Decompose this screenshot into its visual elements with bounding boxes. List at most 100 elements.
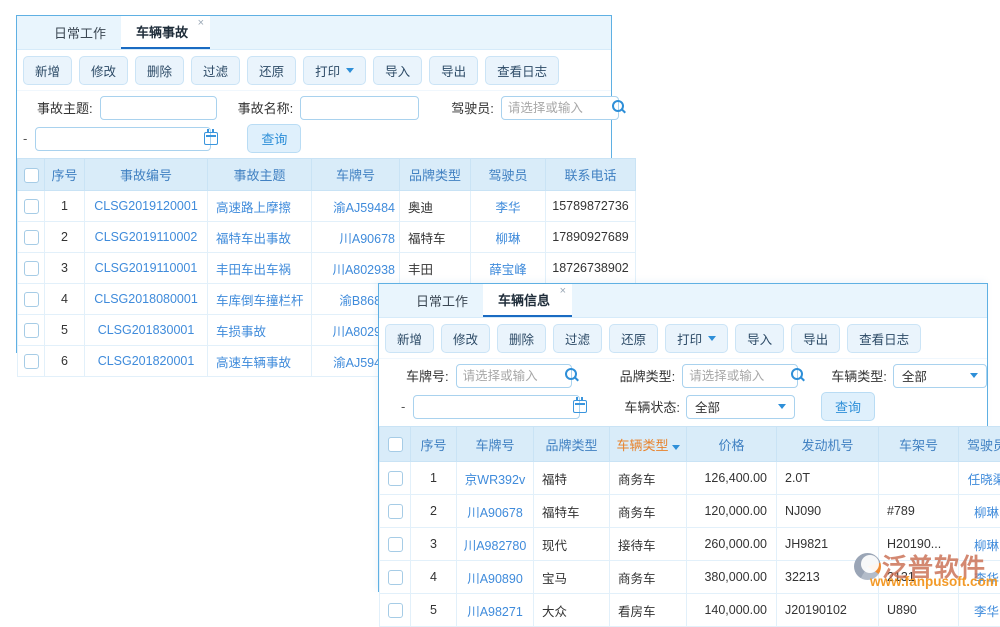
cell-link[interactable]: CLSG201830001 (85, 315, 208, 346)
select-all-checkbox[interactable] (24, 168, 39, 183)
select-all-cell[interactable] (18, 159, 45, 191)
row-checkbox[interactable] (388, 537, 403, 552)
cell-link[interactable]: CLSG201820001 (85, 346, 208, 377)
tab-daily-work[interactable]: 日常工作 (39, 16, 121, 49)
cell-link[interactable]: 车库倒车撞栏杆 (208, 284, 312, 315)
cell: 2.0T (777, 462, 879, 495)
row-checkbox-cell (380, 594, 411, 627)
cell-link[interactable]: 李华 (959, 561, 1000, 594)
cell-link[interactable]: 川A802938 (312, 253, 400, 284)
tab-vehicle-info[interactable]: 车辆信息 × (483, 284, 572, 317)
date-input[interactable] (35, 127, 211, 151)
calendar-icon[interactable] (204, 132, 218, 145)
export-button[interactable]: 导出 (791, 324, 840, 353)
row-checkbox[interactable] (24, 354, 39, 369)
cell-link[interactable]: 渝AJ59484 (312, 191, 400, 222)
vehicle-status-select[interactable]: 全部 (686, 395, 795, 419)
export-button[interactable]: 导出 (429, 56, 478, 85)
cell-link[interactable]: CLSG2018080001 (85, 284, 208, 315)
cell: 140,000.00 (687, 594, 777, 627)
accident-name-label: 事故名称: (238, 98, 294, 117)
edit-button[interactable]: 修改 (79, 56, 128, 85)
cell-link[interactable]: 福特车出事故 (208, 222, 312, 253)
row-checkbox[interactable] (388, 471, 403, 486)
close-icon[interactable]: × (560, 286, 566, 297)
edit-button[interactable]: 修改 (441, 324, 490, 353)
cell-link[interactable]: 川A90890 (457, 561, 534, 594)
table-row: 5川A98271大众看房车140,000.00J20190102U890李华 (380, 594, 1000, 627)
cell: 接待车 (610, 528, 687, 561)
add-button[interactable]: 新增 (385, 324, 434, 353)
row-checkbox[interactable] (24, 292, 39, 307)
view-log-button[interactable]: 查看日志 (485, 56, 559, 85)
row-checkbox[interactable] (24, 230, 39, 245)
cell-link[interactable]: 任晓渠 (959, 462, 1000, 495)
query-button[interactable]: 查询 (821, 392, 875, 421)
brand-type-input[interactable] (682, 364, 798, 388)
cell-link[interactable]: CLSG2019110001 (85, 253, 208, 284)
row-checkbox[interactable] (388, 603, 403, 618)
cell-link[interactable]: 李华 (471, 191, 546, 222)
view-log-button[interactable]: 查看日志 (847, 324, 921, 353)
row-checkbox[interactable] (388, 504, 403, 519)
vehicle-table: 序号车牌号品牌类型车辆类型价格发动机号车架号驾驶员1京WR392v福特商务车12… (379, 426, 1000, 627)
cell-link[interactable]: 薛宝峰 (471, 253, 546, 284)
close-icon[interactable]: × (198, 18, 204, 29)
cell-link[interactable]: 川A98271 (457, 594, 534, 627)
row-checkbox[interactable] (24, 261, 39, 276)
search-icon[interactable] (612, 100, 624, 112)
cell-link[interactable]: 高速路上摩擦 (208, 191, 312, 222)
chevron-down-icon (778, 404, 786, 409)
row-checkbox[interactable] (24, 323, 39, 338)
cell: 商务车 (610, 462, 687, 495)
query-button[interactable]: 查询 (247, 124, 301, 153)
column-label: 发动机号 (801, 438, 853, 453)
row-checkbox[interactable] (388, 570, 403, 585)
print-button[interactable]: 打印 (665, 324, 728, 353)
cell-link[interactable]: 柳琳 (471, 222, 546, 253)
tab-vehicle-accident[interactable]: 车辆事故 × (121, 16, 210, 49)
calendar-icon[interactable] (573, 400, 587, 413)
import-button[interactable]: 导入 (373, 56, 422, 85)
cell-link[interactable]: 高速车辆事故 (208, 346, 312, 377)
cell-link[interactable]: CLSG2019120001 (85, 191, 208, 222)
search-icon[interactable] (565, 368, 577, 380)
cell: U890 (879, 594, 959, 627)
accident-subject-input[interactable] (100, 96, 217, 120)
cell: 3 (45, 253, 85, 284)
restore-button[interactable]: 还原 (609, 324, 658, 353)
column-header[interactable]: 车辆类型 (610, 427, 687, 462)
cell-link[interactable]: 京WR392v (457, 462, 534, 495)
cell-link[interactable]: 丰田车出车祸 (208, 253, 312, 284)
tab-daily-work[interactable]: 日常工作 (401, 284, 483, 317)
cell-link[interactable]: 柳琳 (959, 528, 1000, 561)
chevron-down-icon (346, 68, 354, 73)
cell-link[interactable]: 车损事故 (208, 315, 312, 346)
cell-link[interactable]: 川A982780 (457, 528, 534, 561)
cell: 5 (411, 594, 457, 627)
cell: 现代 (534, 528, 610, 561)
cell-link[interactable]: 川A90678 (312, 222, 400, 253)
print-button[interactable]: 打印 (303, 56, 366, 85)
add-button[interactable]: 新增 (23, 56, 72, 85)
filter-button[interactable]: 过滤 (191, 56, 240, 85)
cell-link[interactable]: CLSG2019110002 (85, 222, 208, 253)
restore-button[interactable]: 还原 (247, 56, 296, 85)
plate-input[interactable] (456, 364, 572, 388)
cell-link[interactable]: 柳琳 (959, 495, 1000, 528)
accident-name-input[interactable] (300, 96, 419, 120)
row-checkbox[interactable] (24, 199, 39, 214)
delete-button[interactable]: 删除 (497, 324, 546, 353)
search-icon[interactable] (791, 368, 803, 380)
import-button[interactable]: 导入 (735, 324, 784, 353)
cell-link[interactable]: 李华 (959, 594, 1000, 627)
select-all-cell[interactable] (380, 427, 411, 462)
filter-row-1: 车牌号: 品牌类型: 车辆类型: 全部 (406, 361, 987, 390)
delete-button[interactable]: 删除 (135, 56, 184, 85)
cell-link[interactable]: 川A90678 (457, 495, 534, 528)
filter-button[interactable]: 过滤 (553, 324, 602, 353)
driver-input[interactable] (501, 96, 619, 120)
date-input[interactable] (413, 395, 580, 419)
select-all-checkbox[interactable] (388, 437, 403, 452)
vehicle-type-select[interactable]: 全部 (893, 364, 987, 388)
